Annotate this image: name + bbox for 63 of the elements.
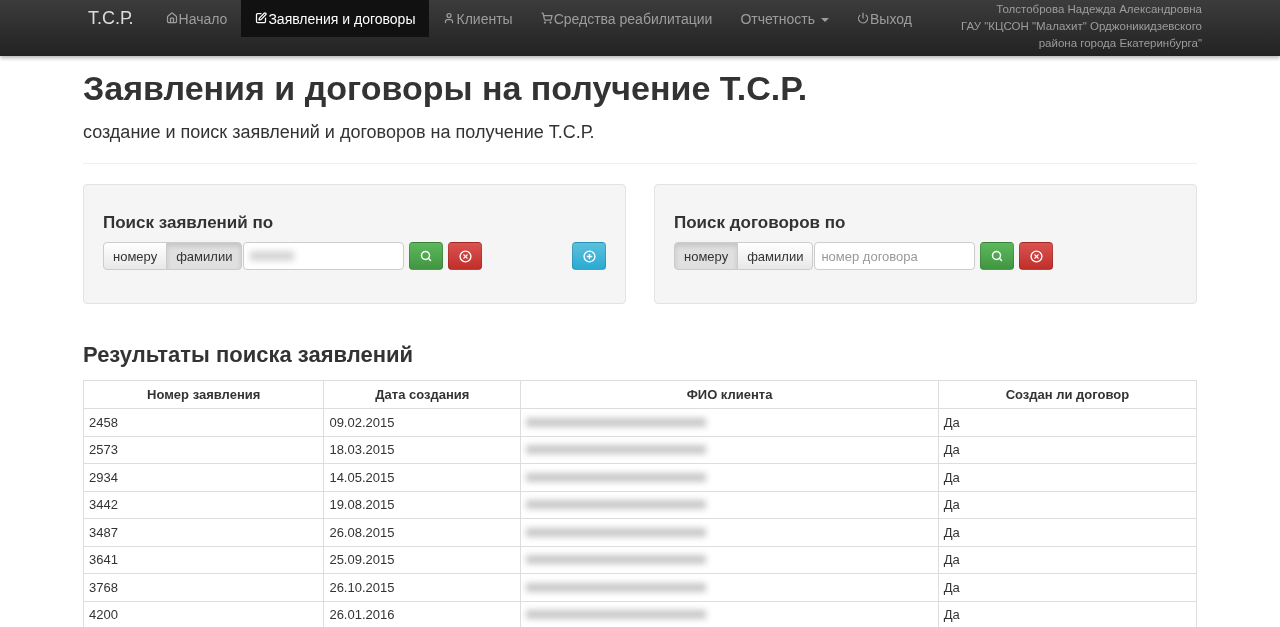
results-title: Результаты поиска заявлений bbox=[83, 342, 414, 368]
mode-toggle[interactable]: номеру bbox=[103, 242, 168, 270]
table-cell: 2573 bbox=[83, 436, 324, 464]
table-cell: 3768 bbox=[83, 573, 324, 601]
plus-icon bbox=[582, 249, 596, 263]
table-cell: 26.10.2015 bbox=[323, 573, 521, 601]
search-field[interactable]: номер договора bbox=[814, 242, 976, 270]
nav-icon bbox=[255, 12, 268, 24]
table-cell: Да bbox=[938, 573, 1197, 601]
column-header: Номер заявления bbox=[83, 380, 324, 409]
search-icon bbox=[991, 250, 1004, 262]
table-cell: 2458 bbox=[83, 408, 324, 436]
nav-icon bbox=[443, 12, 456, 24]
nav-icon bbox=[165, 12, 178, 24]
column-header: Дата создания bbox=[323, 380, 521, 409]
table-cell: Да bbox=[938, 463, 1197, 491]
table-cell: Да bbox=[938, 436, 1197, 464]
table-cell: 2934 bbox=[83, 463, 324, 491]
nav-link[interactable]: Выход bbox=[843, 0, 926, 37]
table-cell: Да bbox=[938, 546, 1197, 574]
page-title: Заявления и договоры на получение Т.С.Р. bbox=[83, 69, 809, 108]
table-cell: Да bbox=[938, 518, 1197, 546]
table-cell: 3641 bbox=[83, 546, 324, 574]
close-icon bbox=[1029, 249, 1043, 263]
mode-toggle[interactable]: фамилии bbox=[737, 242, 814, 270]
close-icon bbox=[458, 249, 472, 263]
nav-link[interactable]: Отчетность bbox=[726, 0, 843, 37]
nav-link[interactable]: Заявления и договоры bbox=[241, 0, 430, 37]
column-header: Создан ли договор bbox=[938, 380, 1197, 409]
table-cell: 18.03.2015 bbox=[323, 436, 521, 464]
brand-link[interactable]: Т.С.Р. bbox=[80, 0, 152, 56]
table-cell: 19.08.2015 bbox=[323, 491, 521, 519]
user-info: ГАУ "КЦСОН "Малахит" Орджоникидзевского bbox=[961, 19, 1202, 34]
user-info: Толстоброва Надежда Александровна bbox=[996, 2, 1202, 17]
caret-icon bbox=[821, 18, 829, 22]
table-cell: 3487 bbox=[83, 518, 324, 546]
nav-link[interactable]: Клиенты bbox=[429, 0, 527, 37]
user-info: района города Екатеринбурга" bbox=[1038, 36, 1202, 51]
search-field[interactable] bbox=[243, 242, 405, 270]
panel-title: Поиск заявлений по bbox=[103, 213, 275, 233]
table-cell: Да bbox=[938, 491, 1197, 519]
mode-toggle[interactable]: фамилии bbox=[166, 242, 243, 270]
page-subtitle: создание и поиск заявлений и договоров на получение Т.С.Р. bbox=[83, 122, 596, 143]
table-cell: 4200 bbox=[83, 601, 324, 627]
nav-icon bbox=[540, 12, 553, 24]
search-button[interactable] bbox=[409, 242, 444, 270]
search-button[interactable] bbox=[980, 242, 1015, 270]
column-header: ФИО клиента bbox=[520, 380, 939, 409]
clear-button[interactable] bbox=[448, 242, 483, 270]
nav-link[interactable]: Средства реабилитации bbox=[526, 0, 727, 37]
table-cell: 09.02.2015 bbox=[323, 408, 521, 436]
nav-link[interactable]: Начало bbox=[151, 0, 242, 37]
panel-title: Поиск договоров по bbox=[674, 213, 847, 233]
table-cell: Да bbox=[938, 408, 1197, 436]
table-cell: 26.08.2015 bbox=[323, 518, 521, 546]
table-cell: 3442 bbox=[83, 491, 324, 519]
table-cell: 25.09.2015 bbox=[323, 546, 521, 574]
search-icon bbox=[420, 250, 433, 262]
table-cell: 14.05.2015 bbox=[323, 463, 521, 491]
mode-toggle[interactable]: номеру bbox=[674, 242, 739, 270]
add-button[interactable] bbox=[572, 242, 606, 270]
nav-icon bbox=[857, 12, 869, 24]
clear-button[interactable] bbox=[1019, 242, 1054, 270]
